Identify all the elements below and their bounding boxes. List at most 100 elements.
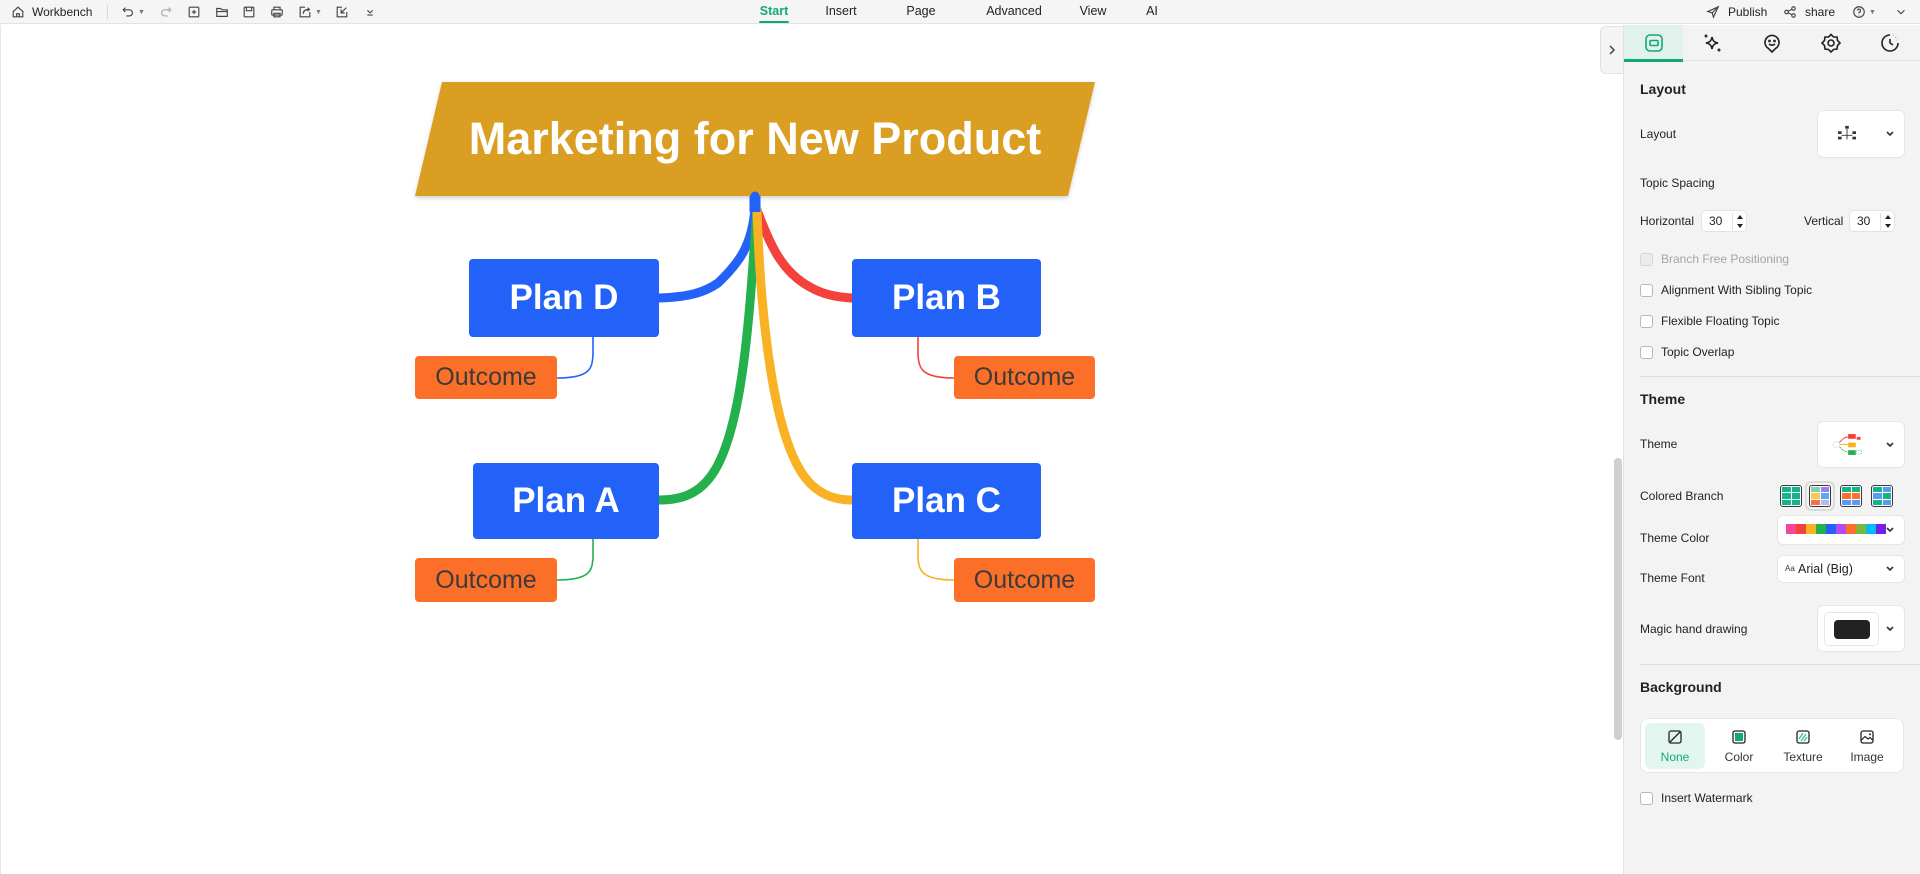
theme-color-swatches bbox=[1786, 524, 1886, 534]
publish-button[interactable]: Publish bbox=[1705, 0, 1767, 24]
share-label: share bbox=[1805, 5, 1836, 19]
topic-overlap-option[interactable]: Topic Overlap bbox=[1640, 344, 1734, 360]
history-clock-icon bbox=[1880, 34, 1899, 52]
section-divider bbox=[1640, 376, 1920, 377]
share-button[interactable]: share bbox=[1782, 0, 1835, 24]
magic-hand-drawing-label: Magic hand drawing bbox=[1640, 622, 1748, 636]
app-window: Workbench ▼ ▼ Start Insert Page Advanced… bbox=[0, 0, 1920, 874]
image-icon bbox=[1860, 729, 1874, 744]
root-topic[interactable]: Marketing for New Product bbox=[415, 82, 1095, 196]
sidebar-tab-icons[interactable] bbox=[1742, 25, 1801, 61]
theme-preview-icon bbox=[1832, 434, 1862, 455]
alignment-sibling-label: Alignment With Sibling Topic bbox=[1661, 283, 1813, 297]
share-icon bbox=[1782, 4, 1798, 20]
theme-color-swatch bbox=[1826, 524, 1836, 534]
chevron-down-icon bbox=[1893, 4, 1909, 20]
subtopic-connector-plan-c bbox=[917, 539, 955, 581]
magic-hand-preview-frame bbox=[1824, 612, 1879, 646]
background-none-label: None bbox=[1660, 749, 1690, 764]
theme-font-dropdown[interactable]: Aa Arial (Big) bbox=[1777, 555, 1905, 583]
flower-badge-icon bbox=[1820, 33, 1841, 54]
theme-font-label: Theme Font bbox=[1640, 571, 1705, 585]
colored-branch-option-3[interactable] bbox=[1840, 485, 1862, 507]
subtopic-connector-plan-d bbox=[556, 337, 594, 379]
branch-connector-plan-d bbox=[654, 191, 760, 303]
theme-color-swatch bbox=[1796, 524, 1806, 534]
theme-color-swatch bbox=[1806, 524, 1816, 534]
flexible-floating-option[interactable]: Flexible Floating Topic bbox=[1640, 313, 1780, 329]
send-icon bbox=[1705, 4, 1721, 20]
theme-dropdown[interactable] bbox=[1817, 421, 1905, 468]
collapse-sidebar-button[interactable] bbox=[1600, 26, 1623, 74]
section-divider bbox=[1640, 664, 1920, 665]
background-texture-label: Texture bbox=[1783, 749, 1823, 764]
sidebar-tab-ai[interactable] bbox=[1683, 25, 1742, 61]
theme-color-swatch bbox=[1846, 524, 1856, 534]
horizontal-spacing-input[interactable]: 30 bbox=[1701, 210, 1747, 232]
sidebar-tab-theme[interactable] bbox=[1801, 25, 1860, 61]
layout-dropdown[interactable] bbox=[1817, 110, 1905, 158]
colored-branch-option-2[interactable] bbox=[1809, 485, 1831, 507]
horizontal-spacing-stepper[interactable] bbox=[1732, 213, 1746, 230]
background-none-option[interactable]: None bbox=[1645, 723, 1705, 769]
flexible-floating-label: Flexible Floating Topic bbox=[1661, 314, 1780, 328]
font-aa-icon: Aa bbox=[1785, 564, 1795, 573]
horizontal-spacing-value: 30 bbox=[1709, 214, 1723, 228]
topic-plan-b[interactable]: Plan B bbox=[852, 259, 1041, 337]
topic-plan-d[interactable]: Plan D bbox=[469, 259, 659, 337]
texture-icon bbox=[1796, 729, 1810, 744]
theme-color-swatch bbox=[1856, 524, 1866, 534]
theme-color-dropdown[interactable] bbox=[1777, 515, 1905, 545]
background-texture-option[interactable]: Texture bbox=[1773, 723, 1833, 769]
vertical-spacing-input[interactable]: 30 bbox=[1849, 210, 1895, 232]
vertical-spacing-stepper[interactable] bbox=[1880, 213, 1894, 230]
flexible-floating-checkbox[interactable] bbox=[1640, 314, 1653, 328]
topic-overlap-checkbox[interactable] bbox=[1640, 345, 1653, 359]
help-dropdown-caret[interactable]: ▼ bbox=[1869, 9, 1876, 16]
chevron-down-icon bbox=[1886, 566, 1894, 571]
branch-free-positioning-checkbox bbox=[1640, 252, 1653, 266]
branch-connector-plan-b bbox=[752, 205, 857, 303]
help-button[interactable]: ▼ bbox=[1851, 0, 1876, 24]
subtopic-outcome-b[interactable]: Outcome bbox=[954, 356, 1095, 399]
chevron-down-icon bbox=[1886, 527, 1894, 532]
style-icon bbox=[1644, 34, 1663, 52]
colored-branch-option-4[interactable] bbox=[1871, 485, 1893, 507]
window-collapse-button[interactable] bbox=[1893, 0, 1909, 24]
magic-hand-color-swatch bbox=[1834, 620, 1870, 639]
subtopic-outcome-c[interactable]: Outcome bbox=[954, 558, 1095, 602]
canvas-vertical-scrollbar[interactable] bbox=[1614, 458, 1622, 740]
publish-label: Publish bbox=[1728, 5, 1768, 19]
sidebar-tab-style[interactable] bbox=[1624, 25, 1683, 62]
background-color-option[interactable]: Color bbox=[1709, 723, 1769, 769]
theme-label: Theme bbox=[1640, 437, 1678, 451]
background-image-option[interactable]: Image bbox=[1837, 723, 1897, 769]
magic-hand-drawing-dropdown[interactable] bbox=[1817, 605, 1905, 652]
theme-color-swatch bbox=[1786, 524, 1796, 534]
layout-label: Layout bbox=[1640, 127, 1677, 141]
chevron-down-icon bbox=[1886, 441, 1894, 447]
theme-color-swatch bbox=[1866, 524, 1876, 534]
smiley-marker-icon bbox=[1763, 34, 1780, 54]
subtopic-outcome-d[interactable]: Outcome bbox=[415, 356, 557, 399]
topic-overlap-label: Topic Overlap bbox=[1661, 345, 1735, 359]
sparkle-icon bbox=[1704, 34, 1720, 52]
branch-free-positioning-option: Branch Free Positioning bbox=[1640, 251, 1789, 267]
color-fill-icon bbox=[1732, 729, 1746, 744]
branch-free-positioning-label: Branch Free Positioning bbox=[1661, 252, 1790, 266]
background-image-label: Image bbox=[1850, 749, 1884, 764]
insert-watermark-option[interactable]: Insert Watermark bbox=[1640, 790, 1753, 806]
subtopic-outcome-a[interactable]: Outcome bbox=[415, 558, 557, 602]
alignment-sibling-option[interactable]: Alignment With Sibling Topic bbox=[1640, 282, 1812, 298]
colored-branch-option-1[interactable] bbox=[1780, 485, 1802, 507]
theme-font-value: Arial (Big) bbox=[1798, 562, 1853, 576]
alignment-sibling-checkbox[interactable] bbox=[1640, 283, 1653, 297]
topic-plan-a[interactable]: Plan A bbox=[473, 463, 659, 539]
chevron-right-icon bbox=[1609, 45, 1616, 55]
subtopic-connector-plan-b bbox=[917, 337, 955, 379]
topic-spacing-label: Topic Spacing bbox=[1640, 176, 1715, 190]
sidebar-tab-history[interactable] bbox=[1860, 25, 1919, 61]
theme-color-swatch bbox=[1816, 524, 1826, 534]
topic-plan-c[interactable]: Plan C bbox=[852, 463, 1041, 539]
insert-watermark-checkbox[interactable] bbox=[1640, 791, 1653, 805]
